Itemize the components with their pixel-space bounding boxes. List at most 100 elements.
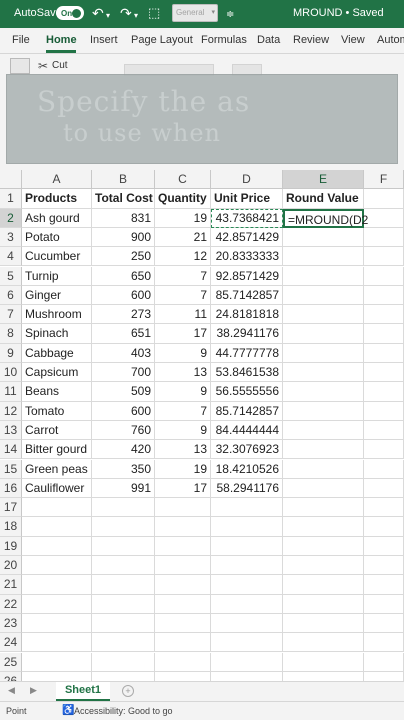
unit-price-cell[interactable]: 20.8333333 [211, 247, 283, 267]
cell[interactable] [364, 594, 404, 614]
row-header[interactable]: 10 [0, 363, 22, 383]
unit-price-cell[interactable]: 56.5555556 [211, 382, 283, 402]
quantity-cell[interactable]: 12 [155, 247, 211, 267]
quantity-cell[interactable]: 9 [155, 343, 211, 363]
row-header[interactable]: 24 [0, 633, 22, 653]
product-cell[interactable]: Ginger [22, 285, 92, 306]
cell[interactable] [155, 613, 211, 634]
round-value-cell[interactable] [283, 478, 364, 499]
cell[interactable] [92, 652, 155, 672]
quantity-cell[interactable]: 13 [155, 363, 211, 383]
autosave-toggle[interactable]: On [56, 6, 84, 20]
cell[interactable] [155, 517, 211, 537]
undo-dropdown-icon[interactable]: ▾ [106, 8, 110, 24]
cell[interactable] [155, 498, 211, 518]
row-header[interactable]: 14 [0, 440, 22, 460]
cell[interactable] [211, 652, 283, 672]
cell[interactable] [364, 556, 404, 576]
cell[interactable] [211, 594, 283, 614]
cell[interactable] [92, 498, 155, 518]
quantity-cell[interactable]: 19 [155, 208, 211, 228]
total-cost-cell[interactable]: 651 [92, 324, 155, 344]
header-unit-price[interactable]: Unit Price [211, 189, 283, 209]
row-header[interactable]: 5 [0, 266, 22, 286]
round-value-cell[interactable] [283, 343, 364, 363]
product-cell[interactable]: Cabbage [22, 343, 92, 363]
quantity-cell[interactable]: 17 [155, 324, 211, 344]
product-cell[interactable]: Tomato [22, 401, 92, 421]
cell[interactable] [283, 652, 364, 672]
cell[interactable] [364, 401, 404, 421]
column-header-e[interactable]: E [283, 170, 364, 190]
next-sheet-icon[interactable]: ▶ [30, 685, 37, 696]
tab-insert[interactable]: Insert [90, 34, 118, 46]
header-total-cost[interactable]: Total Cost [92, 189, 155, 209]
cell[interactable] [364, 652, 404, 672]
round-value-cell[interactable] [283, 459, 364, 479]
cell[interactable] [22, 498, 92, 518]
total-cost-cell[interactable]: 273 [92, 305, 155, 325]
unit-price-cell[interactable]: 85.7142857 [211, 401, 283, 421]
accessibility-status[interactable]: Accessibility: Good to go [74, 706, 173, 716]
cell[interactable] [364, 189, 404, 209]
cell[interactable] [155, 556, 211, 576]
unit-price-cell[interactable]: 92.8571429 [211, 266, 283, 286]
formula-input-cell[interactable]: =MROUND(D2 [283, 208, 368, 228]
product-cell[interactable]: Turnip [22, 266, 92, 286]
cell[interactable] [364, 440, 404, 460]
total-cost-cell[interactable]: 350 [92, 459, 155, 479]
cell[interactable] [364, 575, 404, 595]
prev-sheet-icon[interactable]: ◀ [8, 685, 15, 696]
row-header[interactable]: 1 [0, 189, 22, 209]
unit-price-cell[interactable]: 84.4444444 [211, 420, 283, 441]
cell[interactable] [364, 459, 404, 479]
row-header[interactable]: 9 [0, 343, 22, 363]
cell[interactable] [155, 536, 211, 556]
cell[interactable] [22, 575, 92, 595]
cell[interactable] [364, 613, 404, 634]
cell[interactable] [283, 517, 364, 537]
cell[interactable] [283, 575, 364, 595]
row-header[interactable]: 17 [0, 498, 22, 518]
unit-price-cell[interactable]: 53.8461538 [211, 363, 283, 383]
cell[interactable] [283, 613, 364, 634]
tab-data[interactable]: Data [257, 34, 280, 46]
cell[interactable] [283, 498, 364, 518]
cell[interactable] [283, 633, 364, 653]
product-cell[interactable]: Green peas [22, 459, 92, 479]
quantity-cell[interactable]: 17 [155, 478, 211, 499]
cell[interactable] [22, 517, 92, 537]
total-cost-cell[interactable]: 760 [92, 420, 155, 441]
cell[interactable] [364, 343, 404, 363]
column-header-d[interactable]: D [211, 170, 283, 190]
cell[interactable] [22, 556, 92, 576]
cell[interactable] [211, 575, 283, 595]
cell[interactable] [211, 633, 283, 653]
unit-price-cell[interactable]: 24.8181818 [211, 305, 283, 325]
cell[interactable] [22, 613, 92, 634]
round-value-cell[interactable] [283, 382, 364, 402]
cell[interactable] [155, 594, 211, 614]
unit-price-cell[interactable]: 58.2941176 [211, 478, 283, 499]
cell[interactable] [364, 498, 404, 518]
cell[interactable] [283, 536, 364, 556]
accessibility-icon[interactable]: ♿ [62, 705, 74, 716]
round-value-cell[interactable] [283, 401, 364, 421]
cell[interactable] [22, 594, 92, 614]
row-header[interactable]: 13 [0, 420, 22, 441]
cell[interactable] [283, 556, 364, 576]
row-header[interactable]: 16 [0, 478, 22, 499]
total-cost-cell[interactable]: 650 [92, 266, 155, 286]
cell[interactable] [364, 227, 404, 248]
row-header[interactable]: 2 [0, 208, 22, 228]
total-cost-cell[interactable]: 403 [92, 343, 155, 363]
cell[interactable] [92, 594, 155, 614]
round-value-cell[interactable] [283, 305, 364, 325]
cell[interactable] [92, 556, 155, 576]
quantity-cell[interactable]: 11 [155, 305, 211, 325]
row-header[interactable]: 11 [0, 382, 22, 402]
cell[interactable] [364, 247, 404, 267]
row-header[interactable]: 19 [0, 536, 22, 556]
cell[interactable] [92, 575, 155, 595]
cell[interactable] [364, 420, 404, 441]
